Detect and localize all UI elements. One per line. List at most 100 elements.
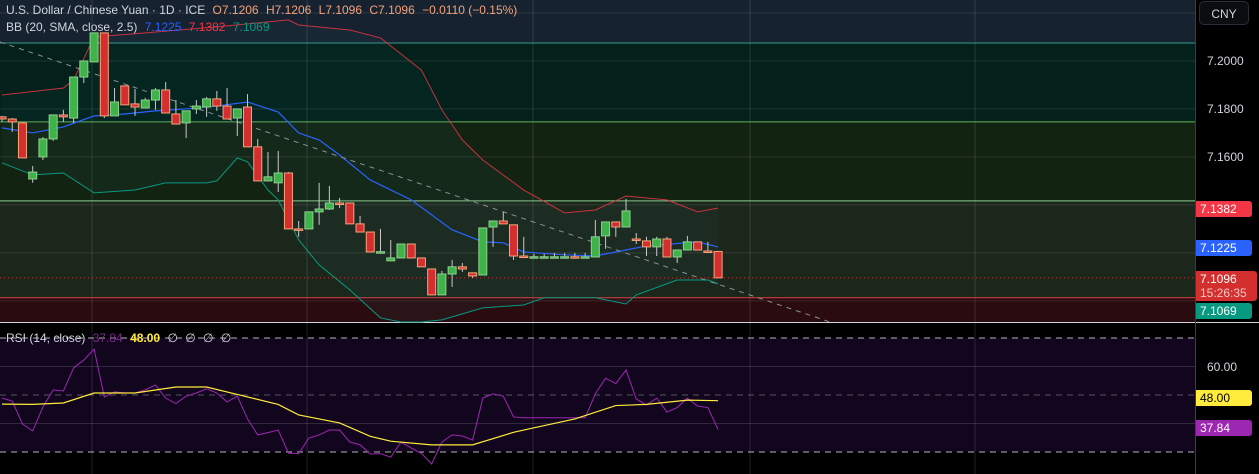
currency-button[interactable]: CNY — [1199, 1, 1249, 25]
candle — [212, 98, 222, 107]
candle — [631, 238, 641, 241]
rsi-value: 37.84 — [92, 331, 123, 345]
candle — [437, 273, 447, 296]
symbol-title[interactable]: U.S. Dollar / Chinese Yuan · 1D · ICE — [6, 3, 205, 17]
price-tick: 7.1600 — [1207, 150, 1244, 164]
candle — [641, 240, 651, 248]
candle — [283, 172, 293, 230]
price-tick: 7.2000 — [1207, 54, 1244, 68]
bar-countdown: 15:26:35 — [1200, 286, 1247, 300]
candle — [590, 236, 600, 258]
candle — [447, 266, 457, 275]
high-value: H7.1206 — [265, 3, 312, 17]
candle — [89, 32, 99, 63]
bb-basis-tag: 7.1225 — [1196, 240, 1252, 256]
candle — [713, 250, 723, 279]
open-value: O7.1206 — [212, 3, 259, 17]
candle — [427, 268, 437, 296]
candle — [150, 89, 160, 101]
rsi-extra: ∅ — [220, 331, 232, 345]
bb-legend[interactable]: BB (20, SMA, close, 2.5) 7.1225 7.1382 7… — [6, 20, 274, 34]
pane-separator[interactable] — [1196, 322, 1259, 323]
candle — [662, 238, 672, 258]
candle — [99, 32, 109, 117]
bb-upper-value: 7.1382 — [188, 20, 226, 34]
candle — [693, 241, 703, 251]
candle — [294, 228, 304, 231]
candle — [519, 255, 529, 259]
candle — [376, 251, 386, 254]
rsi-ma-tag: 48.00 — [1196, 390, 1252, 406]
candle — [161, 89, 171, 114]
close-value: C7.1096 — [369, 3, 415, 17]
candle — [509, 224, 518, 257]
low-value: L7.1096 — [318, 3, 363, 17]
candle — [222, 105, 232, 120]
candle — [243, 106, 253, 148]
bb-upper-tag: 7.1382 — [1196, 201, 1252, 217]
candle — [140, 99, 150, 109]
candle — [17, 122, 27, 159]
candle — [58, 114, 68, 118]
candle — [335, 202, 345, 205]
candle — [273, 172, 283, 184]
bb-basis-value: 7.1225 — [144, 20, 182, 34]
zone-red — [0, 297, 1195, 322]
candle — [355, 223, 365, 233]
candle — [69, 76, 79, 119]
candle — [171, 113, 181, 125]
candle — [48, 114, 58, 140]
candle — [580, 256, 590, 259]
candle — [253, 146, 263, 182]
candle — [406, 243, 416, 259]
candle — [314, 208, 324, 213]
candle — [498, 220, 508, 225]
last-price: 7.1096 — [1200, 272, 1237, 286]
candle — [468, 272, 478, 277]
candle — [457, 266, 467, 270]
candle — [191, 105, 201, 110]
candle — [672, 249, 682, 258]
rsi-extra: ∅ — [167, 331, 178, 345]
rsi-label: RSI (14, close) — [6, 331, 86, 345]
candle — [79, 60, 89, 78]
candle — [181, 110, 191, 124]
candle — [549, 256, 559, 259]
bb-lower-value: 7.1069 — [232, 20, 270, 34]
candle — [232, 108, 242, 119]
candle — [28, 171, 38, 180]
rsi-legend[interactable]: RSI (14, close) 37.84 48.00 ∅ ∅ ∅ ∅ — [6, 331, 235, 345]
candle — [263, 176, 273, 182]
candle — [202, 98, 212, 108]
candle — [386, 257, 396, 262]
rsi-extra: ∅ — [203, 331, 214, 345]
candle — [304, 211, 314, 230]
candle — [7, 118, 17, 123]
candle — [324, 202, 334, 210]
candle — [601, 221, 611, 237]
candle — [110, 101, 120, 117]
bb-lower-tag: 7.1069 — [1196, 303, 1252, 319]
candle — [365, 231, 375, 253]
candle — [529, 256, 539, 259]
rsi-tag: 37.84 — [1196, 420, 1252, 436]
last-price-tag: 7.1096 15:26:35 — [1196, 271, 1257, 301]
candle — [120, 85, 130, 106]
price-tick: 7.1800 — [1207, 102, 1244, 116]
candle — [611, 221, 621, 228]
candle — [682, 241, 692, 251]
rsi-ma-value: 48.00 — [130, 331, 161, 345]
candle — [38, 138, 48, 158]
bb-label: BB (20, SMA, close, 2.5) — [6, 20, 138, 34]
candle — [396, 243, 406, 259]
candle — [539, 256, 549, 259]
rsi-extra: ∅ — [185, 331, 196, 345]
change-value: −0.0110 (−0.15%) — [422, 3, 518, 17]
candle — [652, 238, 662, 248]
chart-canvas[interactable] — [0, 0, 1196, 474]
candle — [560, 256, 570, 259]
candle — [130, 103, 140, 108]
candle — [478, 227, 488, 276]
candle — [570, 256, 580, 259]
candle — [488, 220, 498, 228]
